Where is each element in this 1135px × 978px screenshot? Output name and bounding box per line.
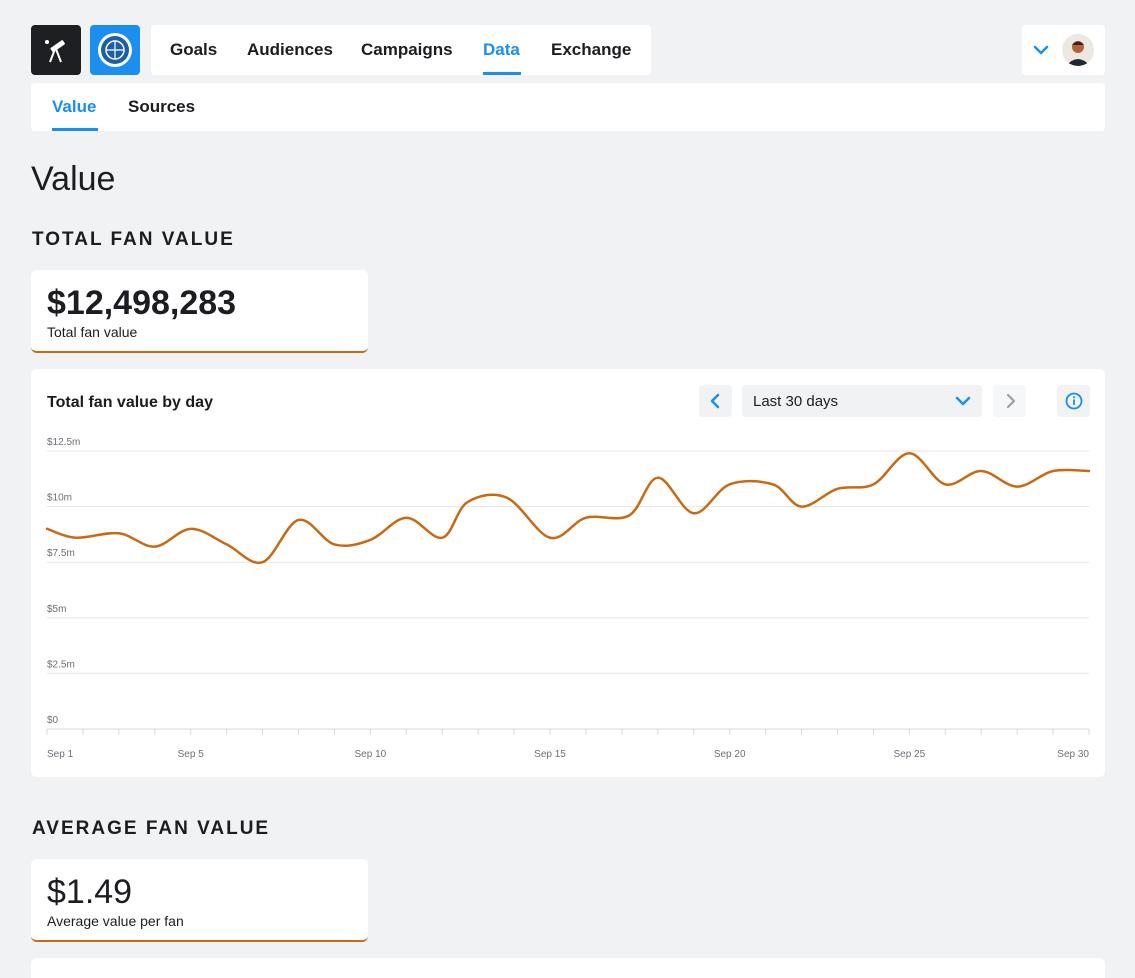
average-fan-value-label: Average value per fan: [47, 913, 184, 929]
chevron-down-icon[interactable]: [1032, 41, 1050, 59]
tab-active-indicator: [52, 128, 98, 131]
average-fan-value-chart-card: [31, 958, 1105, 978]
total-fan-value-card: $12,498,283 Total fan value: [31, 270, 368, 353]
average-fan-value-heading: AVERAGE FAN VALUE: [32, 818, 271, 839]
y-tick-label: $2.5m: [47, 659, 75, 670]
user-avatar-icon: [1062, 34, 1094, 66]
app-logo[interactable]: [31, 25, 81, 75]
y-tick-label: $5m: [47, 604, 66, 615]
x-tick-label: Sep 25: [893, 749, 925, 760]
club-crest-icon: [98, 33, 132, 67]
x-tick-label: Sep 30: [1057, 749, 1089, 760]
x-tick-label: Sep 20: [714, 749, 746, 760]
nav-item-data[interactable]: Data: [483, 25, 520, 75]
line-chart: $0 $2.5m $5m $7.5m $10m $12.5m Sep 1 Sep 5 Sep 1…: [45, 437, 1091, 760]
total-fan-value-chart-card: Total fan value by day Last 30 days $0 $2…: [31, 369, 1105, 777]
nav-item-campaigns[interactable]: Campaigns: [361, 25, 453, 75]
y-tick-label: $10m: [47, 493, 72, 504]
tab-value[interactable]: Value: [52, 83, 96, 131]
tab-sources[interactable]: Sources: [128, 83, 195, 131]
user-menu[interactable]: [1022, 25, 1105, 75]
y-tick-label: $0: [47, 715, 59, 726]
average-fan-value-card: $1.49 Average value per fan: [31, 859, 368, 942]
x-tick-label: Sep 10: [355, 749, 387, 760]
series-line: [45, 451, 1091, 565]
telescope-icon: [45, 40, 65, 63]
page-title: Value: [31, 160, 116, 198]
total-fan-value-heading: TOTAL FAN VALUE: [32, 229, 235, 250]
y-tick-label: $12.5m: [47, 437, 80, 448]
nav-item-audiences[interactable]: Audiences: [247, 25, 333, 75]
x-tick-label: Sep 1: [47, 749, 74, 760]
x-tick-label: Sep 15: [534, 749, 566, 760]
avatar[interactable]: [1062, 34, 1094, 66]
nav-active-indicator: [483, 72, 521, 75]
y-tick-label: $7.5m: [47, 548, 75, 559]
main-nav: Goals Audiences Campaigns Data Exchange: [151, 25, 651, 75]
nav-item-exchange[interactable]: Exchange: [551, 25, 631, 75]
total-fan-value-label: Total fan value: [47, 324, 138, 340]
total-fan-value-amount: $12,498,283: [47, 284, 237, 322]
x-tick-label: Sep 5: [178, 749, 205, 760]
sub-nav: Value Sources: [31, 83, 1105, 131]
club-badge[interactable]: [90, 25, 140, 75]
average-fan-value-amount: $1.49: [47, 873, 133, 911]
nav-item-goals[interactable]: Goals: [170, 25, 217, 75]
